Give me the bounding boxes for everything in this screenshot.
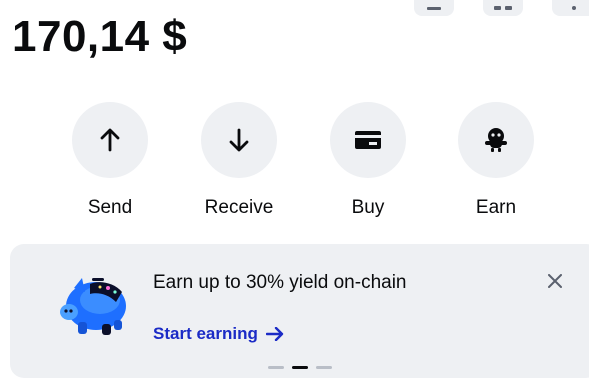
- balance-amount: 170,14 $: [12, 12, 188, 61]
- arrow-up-icon: [100, 128, 120, 152]
- action-bar: Send Receive Buy Earn: [0, 102, 589, 222]
- piggy-icon: [485, 128, 507, 152]
- send-icon-circle[interactable]: [72, 102, 148, 178]
- piggy-bank-illustration: [60, 278, 126, 335]
- send-label: Send: [87, 197, 133, 218]
- buy-icon-circle[interactable]: [330, 102, 406, 178]
- send-button[interactable]: Send: [60, 102, 160, 219]
- arrow-right-icon: [265, 327, 284, 341]
- receive-button[interactable]: Receive: [189, 102, 289, 219]
- wallet-home: 170,14 $ Send Receive Buy Earn Earn up t…: [0, 0, 589, 378]
- earn-label: Earn: [475, 197, 517, 218]
- start-earning-link[interactable]: Start earning: [153, 324, 284, 344]
- receive-label: Receive: [204, 197, 274, 218]
- close-icon: [548, 274, 562, 288]
- pager-dot[interactable]: [316, 366, 332, 369]
- buy-label: Buy: [351, 197, 385, 218]
- pager-dot-active[interactable]: [292, 366, 308, 369]
- earn-icon-circle[interactable]: [458, 102, 534, 178]
- promo-banner[interactable]: Earn up to 30% yield on-chain Start earn…: [10, 244, 589, 378]
- more-icon[interactable]: [552, 0, 589, 16]
- close-promo-button[interactable]: [544, 270, 566, 292]
- list-icon[interactable]: [414, 0, 454, 16]
- card-icon: [355, 131, 381, 149]
- promo-headline: Earn up to 30% yield on-chain: [153, 272, 407, 293]
- arrow-down-icon: [229, 128, 249, 152]
- earn-button[interactable]: Earn: [446, 102, 546, 219]
- receive-icon-circle[interactable]: [201, 102, 277, 178]
- start-earning-label: Start earning: [153, 324, 258, 343]
- buy-button[interactable]: Buy: [318, 102, 418, 219]
- grid-icon[interactable]: [483, 0, 523, 16]
- promo-pager: [268, 366, 332, 369]
- pager-dot[interactable]: [268, 366, 284, 369]
